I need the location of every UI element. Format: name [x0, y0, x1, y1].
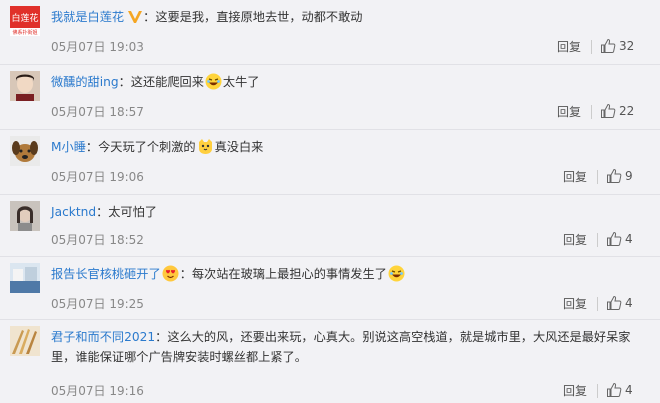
like-count: 9 [625, 169, 633, 183]
comment-body: 这还能爬回来 [130, 75, 204, 89]
comment-text: Jacktnd：太可怕了 [51, 202, 648, 222]
reply-button[interactable]: 回复 [563, 168, 587, 185]
reply-button[interactable]: 回复 [563, 295, 587, 312]
comment-body: 今天玩了个刺激的 [98, 140, 196, 154]
like-count: 4 [625, 383, 633, 397]
comment-text: 报告长官核桃砸开了 ：每次站在玻璃上最担心的事情发生了 [51, 264, 648, 284]
comment-text: M小睡：今天玩了个刺激的 真没白来 [51, 137, 648, 157]
username-link[interactable]: M小睡 [51, 140, 86, 154]
timestamp: 05月07日 19:25 [51, 297, 144, 311]
separator: ： [118, 75, 131, 89]
like-button[interactable]: 4 [606, 382, 633, 398]
comment-body: 这要是我，直接原地去世，动都不敢动 [155, 10, 363, 24]
avatar[interactable]: 白莲花 佛系扑街姐 [10, 6, 40, 36]
separator: ： [155, 330, 168, 344]
like-button[interactable]: 22 [600, 103, 634, 119]
like-button[interactable]: 32 [600, 38, 634, 54]
avatar[interactable] [10, 71, 40, 101]
avatar[interactable] [10, 136, 40, 166]
separator: ： [96, 205, 109, 219]
reply-button[interactable]: 回复 [557, 103, 581, 120]
divider [591, 40, 592, 54]
separator: ： [143, 10, 156, 24]
comment-body-after: 真没白来 [214, 140, 264, 154]
username-link[interactable]: Jacktnd [51, 205, 96, 219]
avatar-text-main: 白莲花 [11, 12, 38, 24]
like-button[interactable]: 4 [606, 295, 633, 311]
comment-list: 白莲花 佛系扑街姐 我就是白莲花 ：这要是我，直接原地去世，动都不敢动 05月07… [0, 0, 660, 403]
username-link[interactable]: 我就是白莲花 [51, 10, 124, 24]
comment-text: 君子和而不同2021：这么大的风，还要出来玩，心真大。别说这高空栈道，就是城市里… [51, 327, 648, 367]
avatar-image [10, 263, 40, 293]
timestamp: 05月07日 19:03 [51, 40, 144, 54]
timestamp: 05月07日 19:06 [51, 170, 144, 184]
reply-button[interactable]: 回复 [557, 38, 581, 55]
avatar-image [10, 201, 40, 231]
comment-body: 每次站在玻璃上最担心的事情发生了 [191, 267, 387, 281]
avatar[interactable] [10, 326, 40, 356]
avatar-image: 白莲花 佛系扑街姐 [10, 6, 40, 36]
divider [591, 105, 592, 119]
comment-body: 太可怕了 [108, 205, 157, 219]
username-link[interactable]: 报告长官核桃砸开了 [51, 267, 161, 281]
avatar-image [10, 326, 40, 356]
cat-emoji-icon [197, 138, 214, 155]
separator: ： [179, 267, 192, 281]
comment-item: 报告长官核桃砸开了 ：每次站在玻璃上最担心的事情发生了 05月07日 19:25 … [0, 257, 660, 320]
comment-item: M小睡：今天玩了个刺激的 真没白来 05月07日 19:06 回复 9 [0, 130, 660, 195]
thumbs-up-icon [601, 38, 616, 53]
thumbs-up-icon [607, 231, 622, 246]
comment-text: 我就是白莲花 ：这要是我，直接原地去世，动都不敢动 [51, 7, 648, 30]
comment-item: 微醺的甜ing：这还能爬回来 太牛了 05月07日 18:57 回复 22 [0, 65, 660, 130]
separator: ： [85, 140, 99, 154]
timestamp: 05月07日 18:52 [51, 233, 144, 247]
like-count: 22 [619, 104, 635, 118]
divider [597, 170, 598, 184]
timestamp: 05月07日 18:57 [51, 105, 144, 119]
laughing-emoji-icon [388, 265, 405, 282]
username-link[interactable]: 君子和而不同2021 [51, 330, 155, 344]
divider [597, 384, 598, 398]
avatar[interactable] [10, 263, 40, 293]
vip-badge-icon [127, 10, 143, 30]
comment-item: 君子和而不同2021：这么大的风，还要出来玩，心真大。别说这高空栈道，就是城市里… [0, 320, 660, 403]
like-count: 4 [625, 296, 633, 310]
comment-item: Jacktnd：太可怕了 05月07日 18:52 回复 4 [0, 195, 660, 257]
reply-button[interactable]: 回复 [563, 231, 587, 248]
like-button[interactable]: 9 [606, 168, 633, 184]
like-button[interactable]: 4 [606, 231, 633, 247]
thumbs-up-icon [607, 382, 622, 397]
comment-text: 微醺的甜ing：这还能爬回来 太牛了 [51, 72, 648, 92]
heart-eyes-emoji-icon [162, 265, 179, 282]
timestamp: 05月07日 19:16 [51, 384, 144, 398]
thumbs-up-icon [607, 168, 622, 183]
avatar[interactable] [10, 201, 40, 231]
avatar-image [10, 136, 40, 166]
avatar-image [10, 71, 40, 101]
username-link[interactable]: 微醺的甜ing [51, 75, 119, 89]
divider [597, 297, 598, 311]
like-count: 32 [619, 39, 635, 53]
divider [597, 233, 598, 247]
avatar-text-sub: 佛系扑街姐 [12, 29, 37, 36]
thumbs-up-icon [601, 103, 616, 118]
laughing-emoji-icon [205, 73, 222, 90]
like-count: 4 [625, 232, 633, 246]
comment-item: 白莲花 佛系扑街姐 我就是白莲花 ：这要是我，直接原地去世，动都不敢动 05月07… [0, 0, 660, 65]
comment-body-after: 太牛了 [222, 75, 260, 89]
reply-button[interactable]: 回复 [563, 382, 587, 399]
thumbs-up-icon [607, 295, 622, 310]
